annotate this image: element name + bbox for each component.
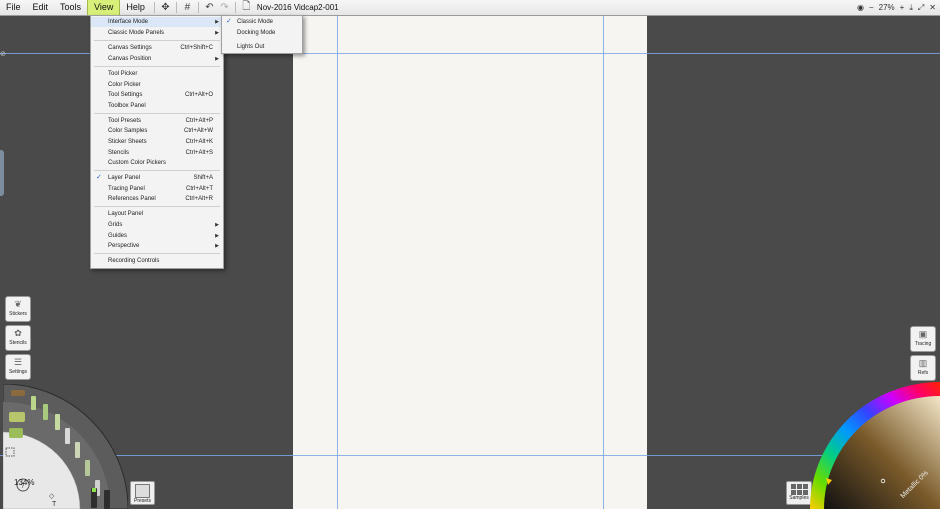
sliders-icon: ☰ [13,357,23,367]
ruler-handle-icon[interactable]: ⊘ [0,50,6,58]
menu-file[interactable]: File [0,0,27,15]
minimize-icon[interactable]: ⤓ [909,3,913,13]
redo-icon[interactable]: ↷ [218,1,231,14]
view-menu-item[interactable]: Color Samples Ctrl+Alt+W [91,126,223,136]
view-menu-item[interactable]: Canvas Position ▶ [91,54,223,64]
settings-button[interactable]: ☰ Settings [5,354,31,380]
canvas-zoom-percent[interactable]: 134% [14,478,34,487]
menu-edit[interactable]: Edit [27,0,55,15]
stickers-button[interactable]: ❦ Stickers [5,296,31,322]
view-menu-item[interactable]: Interface Mode ▶ [91,17,223,27]
guide-line-right [603,16,604,509]
document-icon: 🗋 [242,1,251,12]
samples-icon [791,484,811,495]
view-menu-item[interactable]: Color Picker [91,80,223,90]
chevron-right-icon: ▶ [215,222,219,228]
tracing-icon: ▣ [918,329,928,339]
menu-view[interactable]: View [87,0,121,15]
chevron-right-icon: ▶ [215,19,219,25]
menu-separator [94,206,220,207]
samples-button[interactable]: Samples [786,481,812,505]
refs-button[interactable]: ▥ Refs [910,355,936,381]
layer-panel-tab[interactable] [0,150,4,196]
view-menu-item[interactable]: Tracing Panel Ctrl+Alt+T [91,184,223,194]
menu-separator [94,113,220,114]
submenu-item-docking-mode[interactable]: Docking Mode [222,28,302,38]
toolbar-separator [234,2,236,13]
transform-icon[interactable]: ✥ [159,1,172,14]
view-menu-item[interactable]: Tool Settings Ctrl+Alt+O [91,90,223,100]
zoom-in-icon[interactable]: + [900,3,905,12]
stencil-icon: ✿ [14,328,22,338]
grid-icon[interactable]: # [181,1,194,14]
view-menu-item[interactable]: Perspective ▶ [91,241,223,251]
undo-icon[interactable]: ↶ [203,1,216,14]
view-menu-dropdown: Interface Mode ▶ Classic Mode Panels ▶ Can… [90,15,224,269]
menu-separator [94,170,220,171]
presets-button[interactable]: Presets [130,481,155,505]
close-icon[interactable]: ✕ [929,3,936,12]
menu-separator [94,40,220,41]
view-menu-item[interactable]: Toolbox Panel [91,101,223,111]
document-title: Nov-2016 Vidcap2-001 [256,3,339,12]
stencils-button[interactable]: ✿ Stencils [5,325,31,351]
toolbar-separator [175,2,177,13]
view-menu-item[interactable]: Guides ▶ [91,231,223,241]
guide-line-left [337,16,338,509]
view-menu-item[interactable]: Custom Color Pickers [91,158,223,168]
tool-wheel[interactable]: ? ◇ T [3,384,128,509]
toolbar-separator [153,2,155,13]
interface-mode-submenu: ✓ Classic Mode Docking Mode Lights Out [221,15,303,54]
menu-separator [94,253,220,254]
tracing-button[interactable]: ▣ Tracing [910,326,936,352]
chevron-right-icon: ▶ [215,233,219,239]
submenu-item-lights-out[interactable]: Lights Out [222,42,302,52]
submenu-item-classic-mode[interactable]: ✓ Classic Mode [222,17,302,27]
menu-separator [94,66,220,67]
view-menu-item[interactable]: References Panel Ctrl+Alt+R [91,194,223,204]
menu-bar: File Edit Tools View Help ✥ # ↶ ↷ 🗋 Nov-… [0,0,940,16]
references-icon: ▥ [918,358,928,368]
sticker-icon: ❦ [14,299,22,309]
checkmark-icon: ✓ [226,18,232,25]
view-menu-item[interactable]: Sticker Sheets Ctrl+Alt+K [91,137,223,147]
window-controls: ◉ − 27% + ⤓ ⤢ ✕ [857,0,936,15]
view-menu-item[interactable]: Stencils Ctrl+Alt+S [91,148,223,158]
presets-icon [135,484,150,498]
view-menu-item[interactable]: Tool Picker [91,69,223,79]
view-menu-item[interactable]: ✓ Layer Panel Shift+A [91,173,223,183]
svg-text:◇: ◇ [49,493,55,500]
guide-line-bottom [0,455,940,456]
checkmark-icon: ✓ [96,174,102,181]
fullscreen-icon[interactable]: ⤢ [918,3,924,13]
view-menu-item[interactable]: Tool Presets Ctrl+Alt+P [91,116,223,126]
chevron-right-icon: ▶ [215,56,219,62]
chevron-right-icon: ▶ [215,30,219,36]
view-menu-item[interactable]: Recording Controls [91,256,223,266]
view-menu-item[interactable]: Classic Mode Panels ▶ [91,28,223,38]
view-menu-item[interactable]: Grids ▶ [91,220,223,230]
svg-text:T: T [52,501,57,508]
zoom-level[interactable]: 27% [879,3,895,12]
menu-tools[interactable]: Tools [54,0,87,15]
lights-out-icon[interactable]: ◉ [857,3,864,12]
view-menu-item[interactable]: Layout Panel [91,209,223,219]
zoom-out-icon[interactable]: − [869,3,874,12]
canvas-paper[interactable] [293,16,647,509]
view-menu-item[interactable]: Canvas Settings Ctrl+Shift+C [91,43,223,53]
toolbar-separator [197,2,199,13]
chevron-right-icon: ▶ [215,243,219,249]
menu-help[interactable]: Help [120,0,151,15]
color-picker-wheel[interactable]: Metallic 0% [810,382,940,509]
